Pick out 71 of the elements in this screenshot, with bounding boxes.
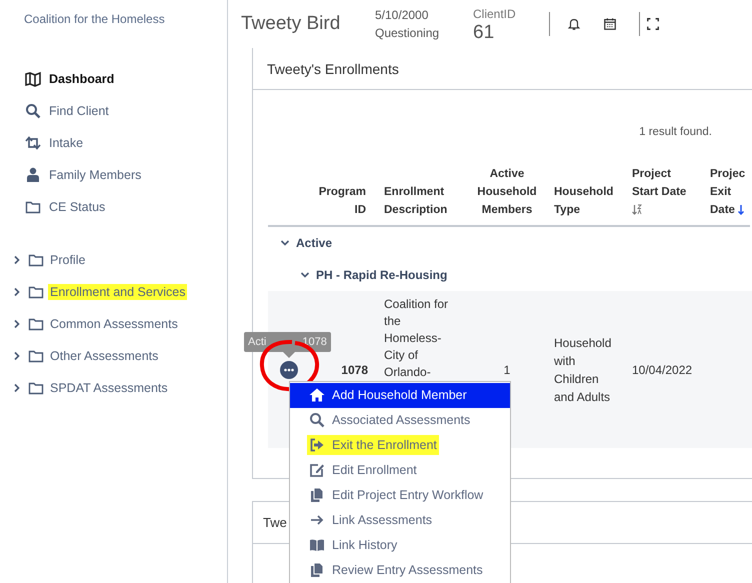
fullscreen-icon bbox=[646, 17, 660, 31]
map-icon bbox=[25, 71, 41, 87]
birth-date: 5/10/2000 bbox=[375, 7, 430, 24]
folder-icon bbox=[27, 284, 45, 300]
folder-icon bbox=[25, 199, 41, 215]
person-icon bbox=[25, 167, 41, 183]
table-cell-text: 10/04/2022 bbox=[631, 362, 694, 378]
menu-item[interactable]: Edit Enrollment bbox=[290, 458, 510, 482]
column-header[interactable]: Program ID bbox=[304, 183, 376, 219]
sidebar-folder[interactable]: Profile bbox=[0, 244, 227, 276]
search-icon bbox=[25, 103, 41, 119]
chevron-right-icon bbox=[12, 319, 22, 329]
book-icon bbox=[309, 537, 325, 553]
group-header[interactable]: PH - Rapid Re-Housing bbox=[268, 259, 752, 291]
organization-name: Coalition for the Homeless bbox=[24, 12, 165, 26]
sidebar-folder[interactable]: Enrollment and Services bbox=[0, 276, 227, 308]
menu-item[interactable]: Link Assessments bbox=[290, 508, 510, 532]
folder-icon bbox=[27, 380, 45, 396]
sidebar-folder[interactable]: Common Assessments bbox=[0, 308, 227, 340]
chevron-right-icon bbox=[12, 255, 22, 265]
sidebar-item[interactable]: Dashboard bbox=[0, 63, 227, 95]
chevron-right-icon bbox=[12, 351, 22, 361]
exit-icon bbox=[309, 437, 325, 453]
menu-item[interactable]: Edit Project Entry Workflow bbox=[290, 482, 510, 508]
menu-item[interactable]: Review Entry Assessments bbox=[290, 558, 510, 582]
chevron-right-icon bbox=[12, 383, 22, 393]
client-id: 61 bbox=[473, 23, 496, 43]
client-name: Tweety Bird bbox=[241, 13, 342, 35]
result-count: 1 result found. bbox=[638, 126, 713, 138]
menu-item[interactable]: Exit the Enrollment bbox=[290, 432, 510, 458]
gender: Questioning bbox=[375, 25, 440, 42]
sidebar-folder[interactable]: Other Assessments bbox=[0, 340, 227, 372]
column-header[interactable]: Project Start Date bbox=[624, 165, 704, 219]
calendar-icon bbox=[603, 16, 617, 32]
sidebar-item[interactable]: Intake bbox=[0, 127, 227, 159]
sort-icon[interactable] bbox=[738, 204, 744, 216]
copy-icon bbox=[309, 562, 325, 578]
bell-icon bbox=[567, 16, 581, 32]
sidebar-item[interactable]: Find Client bbox=[0, 95, 227, 127]
search-icon bbox=[309, 412, 325, 428]
menu-item[interactable]: Associated Assessments bbox=[290, 408, 510, 432]
client-id-label: ClientID bbox=[473, 6, 517, 23]
folder-icon bbox=[27, 316, 45, 332]
group-header[interactable]: Active bbox=[268, 227, 752, 259]
sidebar-item[interactable]: Family Members bbox=[0, 159, 227, 191]
chevron-right-icon bbox=[12, 287, 22, 297]
column-header[interactable]: Projec Exit Date bbox=[704, 165, 750, 219]
edit-icon bbox=[309, 462, 325, 478]
chevron-down-icon bbox=[300, 270, 310, 280]
more-icon bbox=[284, 368, 294, 372]
table-cell-text: 1 bbox=[502, 362, 512, 378]
table-cell-text: Household with Children and Adults bbox=[553, 334, 612, 406]
table-cell-text: 1078 bbox=[340, 362, 369, 378]
folder-icon bbox=[27, 348, 45, 364]
menu-item[interactable]: Add Household Member bbox=[290, 382, 510, 408]
card-title: Tweety's Enrollments bbox=[253, 48, 752, 90]
home-icon bbox=[309, 387, 325, 403]
column-header[interactable]: Active Household Members bbox=[468, 165, 546, 219]
tooltip-arrow bbox=[283, 352, 295, 358]
chevron-down-icon bbox=[280, 238, 290, 248]
sort-icon[interactable] bbox=[632, 204, 642, 216]
copy-icon bbox=[309, 487, 325, 503]
column-header[interactable]: Enrollment Description bbox=[376, 183, 468, 219]
column-header[interactable]: Household Type bbox=[546, 183, 624, 219]
actions-button[interactable] bbox=[280, 360, 298, 378]
folder-icon bbox=[27, 252, 45, 268]
swap-arrows-icon bbox=[25, 135, 41, 151]
sidebar-item[interactable]: CE Status bbox=[0, 191, 227, 223]
sidebar-folder[interactable]: SPDAT Assessments bbox=[0, 372, 227, 404]
table-cell-text: Coalition for the Homeless-City of Orlando- bbox=[383, 296, 450, 381]
menu-item[interactable]: Link History bbox=[290, 532, 510, 558]
